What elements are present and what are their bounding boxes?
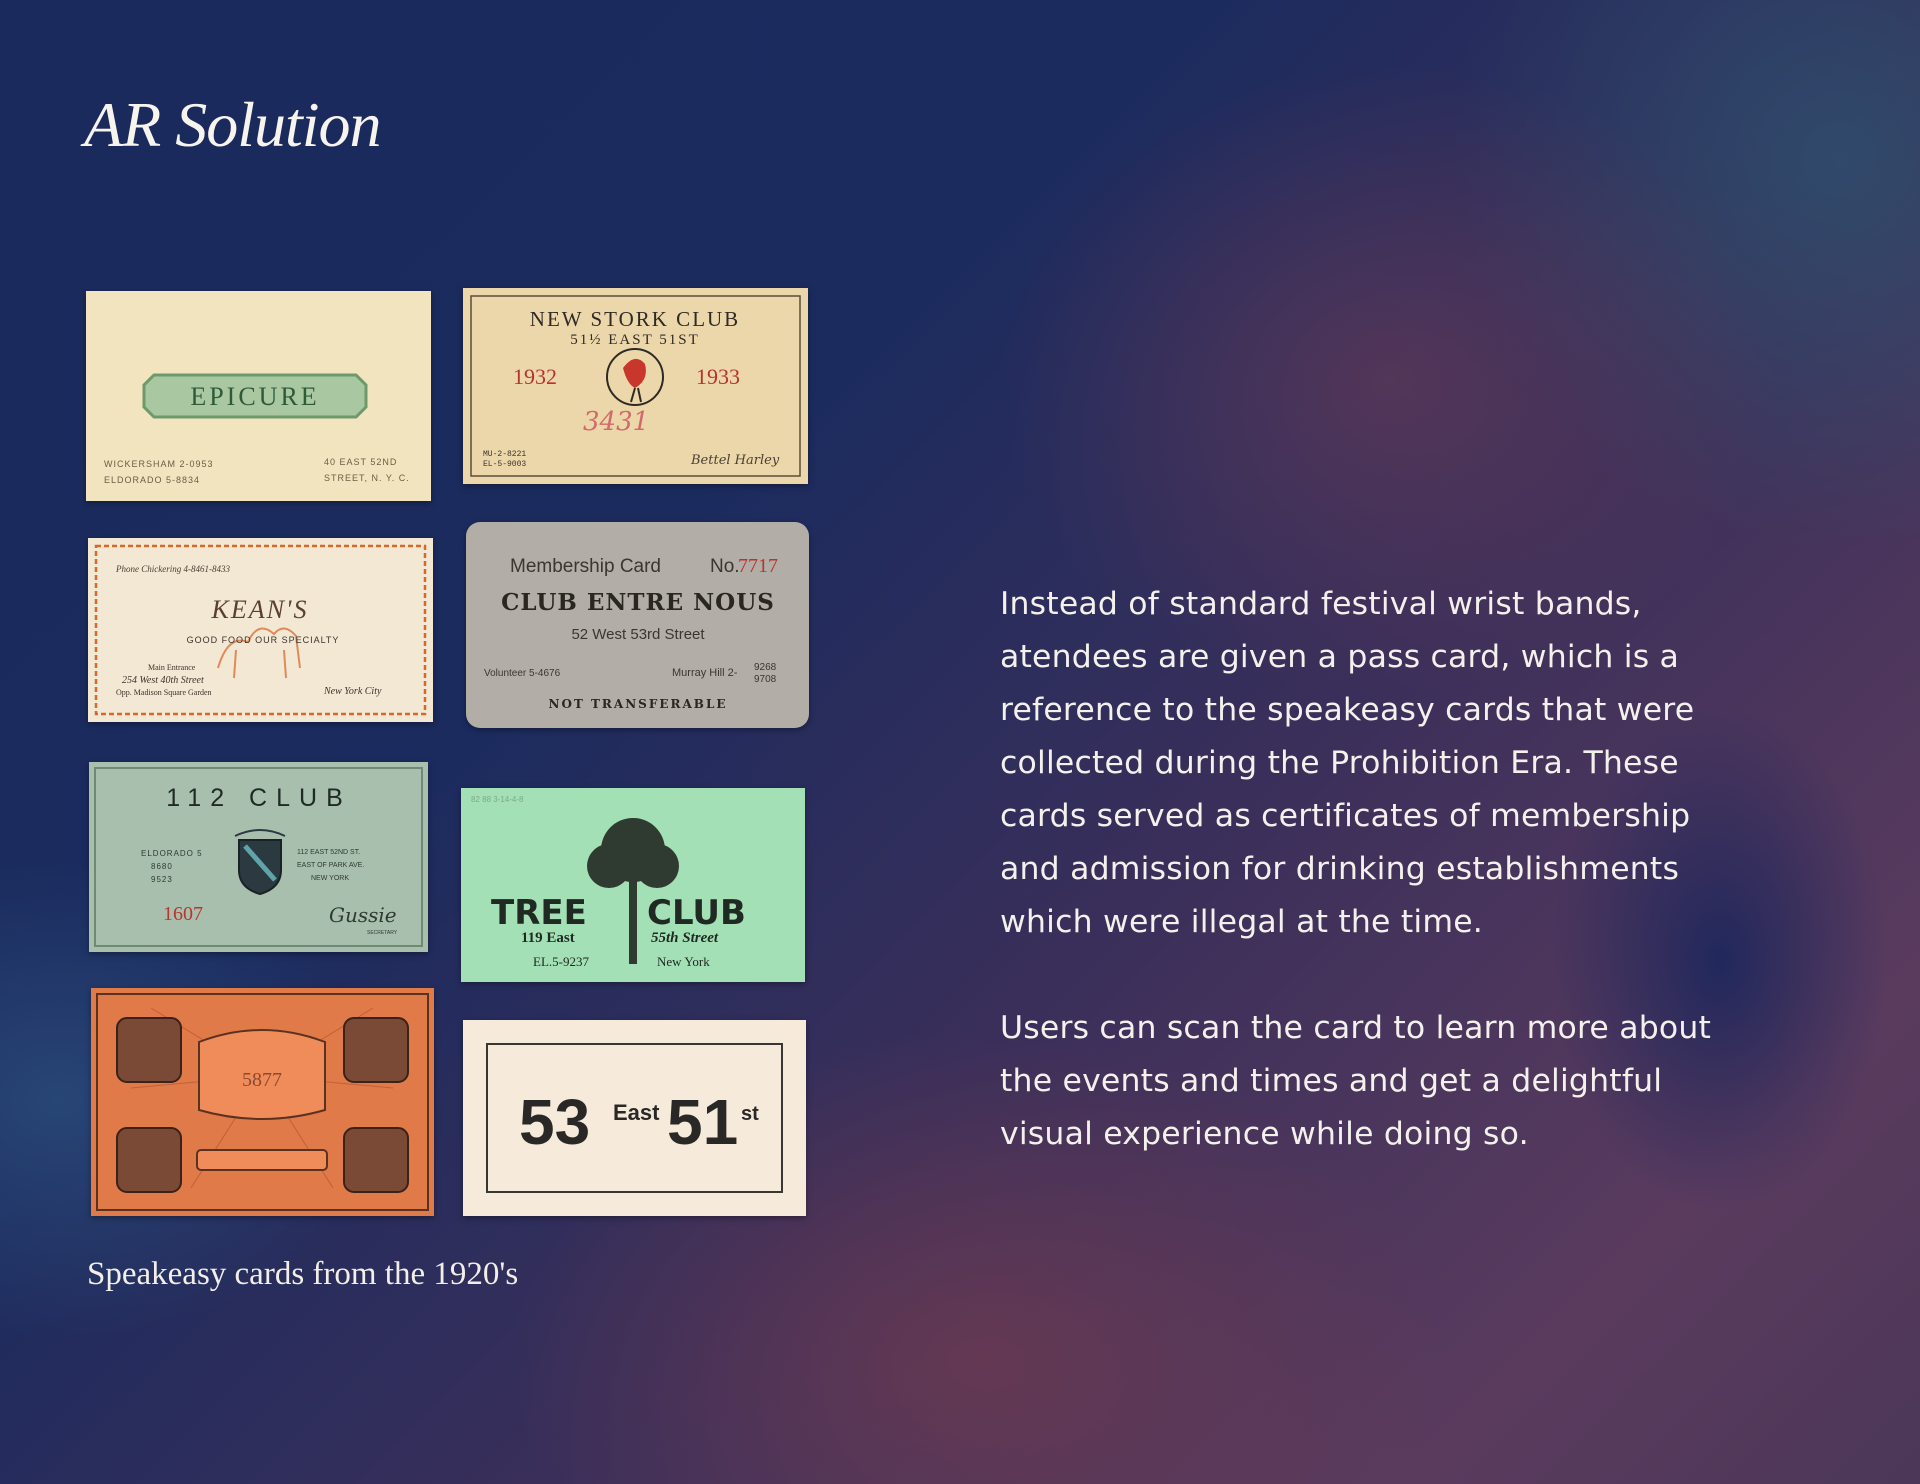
epicure-name: EPICURE [190,382,319,411]
east-51-number-2: 51 [667,1086,738,1158]
description-line: atendees are given a pass card, which is… [1000,639,1680,675]
keans-tagline: GOOD FOOD OUR SPECIALTY [187,635,340,645]
keans-entrance: Main Entrance [148,663,196,672]
description-paragraph-1: Instead of standard festival wrist bands… [1000,578,1800,949]
orange-banner [196,1149,328,1171]
club-112-number: 1607 [163,903,203,925]
tree-name-left: TREE [491,893,587,933]
tree-address-right: 55th Street [651,930,719,946]
club-112-left-2: 8680 [151,862,173,871]
entre-nous-note: NOT TRANSFERABLE [548,697,727,711]
keans-phone: Phone Chickering 4-8461-8433 [115,564,230,574]
orange-vignette-top-right [343,1017,409,1083]
stork-club-card: NEW STORK CLUB 51½ EAST 51ST 1932 1933 3… [463,288,808,484]
entre-nous-phone-left: Volunteer 5-4676 [484,668,561,679]
tree-address-left: 119 East [521,930,575,946]
description-line: visual experience while doing so. [1000,1116,1529,1152]
stork-phone-1: MU-2-8221 [483,450,526,459]
tree-name-right: CLUB [647,893,746,933]
keans-city: New York City [323,686,382,697]
stork-phone-2: EL-5-9003 [483,460,526,469]
description-line: Instead of standard festival wrist bands… [1000,586,1642,622]
tree-city: New York [657,954,710,969]
entre-nous-phone-ext-2: 9708 [754,674,777,685]
orange-vignette-bottom-left [116,1127,182,1193]
description-line: reference to the speakeasy cards that we… [1000,692,1695,728]
epicure-address-2: STREET, N. Y. C. [324,473,410,483]
keans-location: Opp. Madison Square Garden [116,688,212,697]
description-line: Users can scan the card to learn more ab… [1000,1010,1712,1046]
description-line: which were illegal at the time. [1000,904,1484,940]
east-51-card: 53 East 51 st [463,1020,806,1216]
stork-emblem [606,348,664,406]
club-112-role: SECRETARY [367,930,398,936]
east-51-number-1: 53 [519,1086,590,1158]
tree-stamp: 82 88 3-14-4-8 [471,795,524,804]
epicure-address-1: 40 EAST 52ND [324,457,397,467]
epicure-card: EPICURE WICKERSHAM 2-0953 ELDORADO 5-883… [86,291,431,501]
tree-club-card: 82 88 3-14-4-8 TREE CLUB 119 East 55th S… [461,788,805,982]
stork-signature: Bettel Harley [690,453,780,468]
stork-address: 51½ EAST 51ST [570,332,699,348]
club-entre-nous-card: Membership Card No. 7717 CLUB ENTRE NOUS… [466,522,809,728]
entre-nous-phone-right: Murray Hill 2- [672,667,738,679]
orange-vignette-top-left [116,1017,182,1083]
description-paragraph-2: Users can scan the card to learn more ab… [1000,1002,1800,1161]
description-line: collected during the Prohibition Era. Th… [1000,745,1679,781]
orange-vignette-bottom-right [343,1127,409,1193]
epicure-phone-1: WICKERSHAM 2-0953 [104,459,214,469]
description-line: and admission for drinking establishment… [1000,851,1680,887]
stork-year-left: 1932 [513,364,557,389]
club-112-signature: Gussie [329,903,397,927]
description: Instead of standard festival wrist bands… [1000,578,1800,1161]
club-112-right-1: 112 EAST 52ND ST. [297,849,360,856]
entre-nous-number: 7717 [738,555,778,577]
entre-nous-address: 52 West 53rd Street [571,626,705,643]
club-112-name: 112 CLUB [166,784,352,812]
keans-name: KEAN'S [210,595,308,624]
club-112-left-1: ELDORADO 5 [141,849,203,858]
club-112-crest-icon [234,829,286,896]
entre-nous-name: CLUB ENTRE NOUS [501,589,775,616]
club-112-right-2: EAST OF PARK AVE. [297,862,364,869]
entre-nous-no-label: No. [710,556,740,577]
entre-nous-label: Membership Card [510,556,661,577]
east-51-suffix: st [741,1103,759,1125]
tree-phone: EL.5-9237 [533,954,589,969]
description-line: the events and times and get a delightfu… [1000,1063,1663,1099]
orange-card: 5877 [91,988,434,1216]
stork-year-right: 1933 [696,364,740,389]
keans-card: Phone Chickering 4-8461-8433 KEAN'S GOOD… [88,538,433,722]
east-51-word: East [613,1100,660,1125]
club-112-right-3: NEW YORK [311,875,349,882]
keans-address: 254 West 40th Street [122,675,204,686]
stork-name: NEW STORK CLUB [530,307,740,331]
entre-nous-phone-ext-1: 9268 [754,662,777,673]
orange-number: 5877 [242,1069,282,1091]
club-112-left-3: 9523 [151,875,173,884]
club-112-card: 112 CLUB ELDORADO 5 8680 9523 112 EAST 5… [89,762,428,952]
description-line: cards served as certificates of membersh… [1000,798,1691,834]
stork-number: 3431 [583,407,649,437]
image-caption: Speakeasy cards from the 1920's [87,1256,519,1292]
epicure-phone-2: ELDORADO 5-8834 [104,475,200,485]
page-title: AR Solution [84,89,382,160]
